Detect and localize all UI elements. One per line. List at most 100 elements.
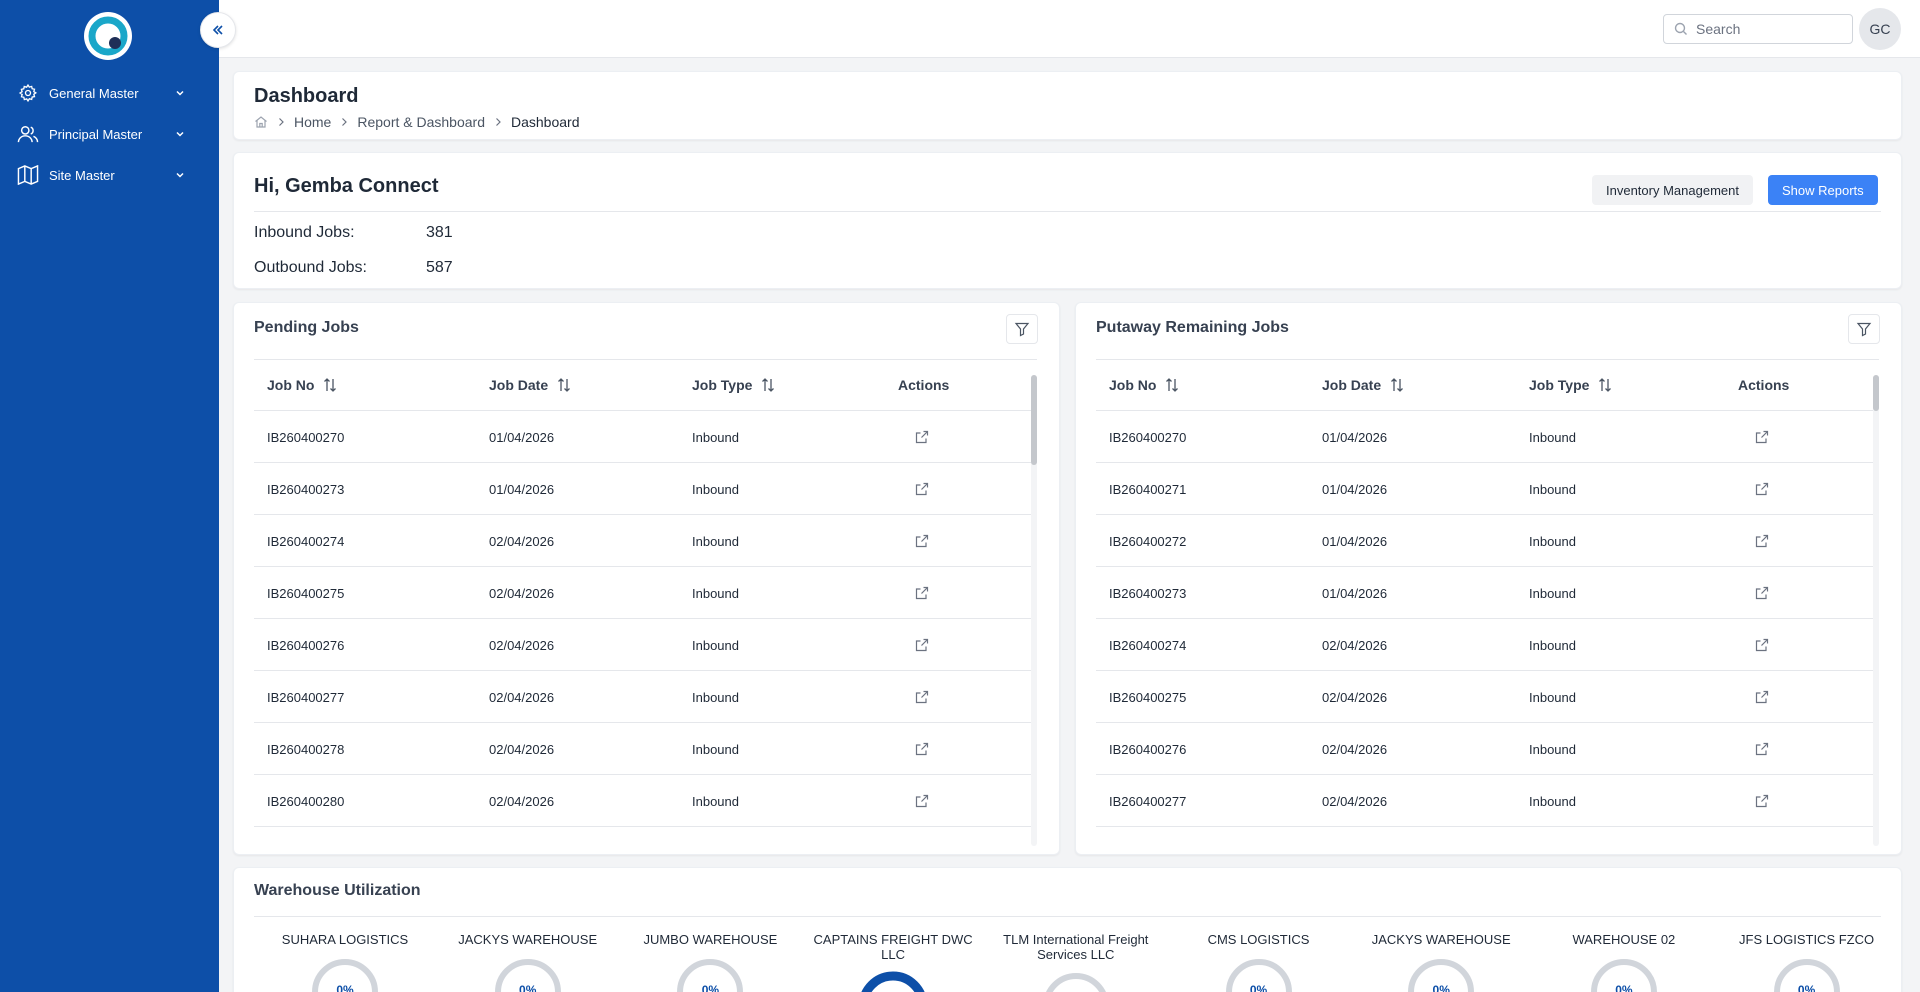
scrollbar[interactable] (1031, 375, 1037, 846)
cell-job-date: 01/04/2026 (1322, 585, 1388, 601)
filter-button[interactable] (1006, 314, 1038, 344)
cell-job-date: 02/04/2026 (1322, 637, 1388, 653)
filter-icon (1856, 321, 1872, 337)
collapse-sidebar-button[interactable] (200, 12, 236, 48)
open-external-icon[interactable] (914, 567, 930, 619)
cell-job-date: 02/04/2026 (489, 793, 555, 809)
search-input[interactable] (1696, 21, 1836, 37)
open-external-icon[interactable] (1754, 775, 1770, 827)
sort-icon[interactable] (760, 377, 776, 393)
column-header-label: Actions (1738, 377, 1790, 393)
page-header-card: Dashboard Home Report & Dashboard Dashbo… (233, 71, 1902, 140)
cell-job-date: 02/04/2026 (489, 689, 555, 705)
utilization-gauge (858, 971, 928, 992)
cell-job-date: 02/04/2026 (1322, 793, 1388, 809)
open-external-icon[interactable] (914, 671, 930, 723)
scrollbar[interactable] (1873, 375, 1879, 846)
sidebar-item-site-master[interactable]: Site Master (0, 157, 219, 193)
cell-job-type: Inbound (692, 637, 739, 653)
column-header-actions: Actions (898, 360, 949, 410)
utilization-value: 0% (1249, 983, 1268, 992)
chevron-down-icon (175, 87, 187, 99)
table-row: IB260400273 01/04/2026 Inbound (1096, 567, 1873, 619)
home-icon[interactable] (254, 115, 268, 129)
breadcrumb-current: Dashboard (511, 114, 580, 130)
warehouse-name: CMS LOGISTICS (1207, 932, 1310, 947)
open-external-icon[interactable] (1754, 411, 1770, 463)
cell-job-date: 01/04/2026 (489, 481, 555, 497)
inventory-management-button[interactable]: Inventory Management (1592, 175, 1753, 205)
breadcrumb-home[interactable]: Home (294, 114, 331, 130)
cell-job-type: Inbound (1529, 637, 1576, 653)
show-reports-button[interactable]: Show Reports (1768, 175, 1878, 205)
breadcrumb-report-dashboard[interactable]: Report & Dashboard (357, 114, 485, 130)
table-row: IB260400280 02/04/2026 Inbound (254, 775, 1031, 827)
gear-icon (17, 82, 39, 104)
cell-job-date: 02/04/2026 (489, 533, 555, 549)
warehouse-name: WAREHOUSE 02 (1572, 932, 1676, 947)
cell-job-no: IB260400270 (267, 429, 345, 445)
cell-job-type: Inbound (1529, 741, 1576, 757)
cell-job-no: IB260400271 (1109, 481, 1187, 497)
cell-job-date: 02/04/2026 (489, 637, 555, 653)
cell-job-type: Inbound (692, 481, 739, 497)
sort-icon[interactable] (1389, 377, 1405, 393)
open-external-icon[interactable] (1754, 723, 1770, 775)
breadcrumb: Home Report & Dashboard Dashboard (254, 114, 580, 130)
open-external-icon[interactable] (914, 463, 930, 515)
cell-job-no: IB260400277 (267, 689, 345, 705)
cell-job-date: 01/04/2026 (1322, 429, 1388, 445)
filter-button[interactable] (1848, 314, 1880, 344)
warehouse-name: JFS LOGISTICS FZCO (1739, 932, 1875, 947)
chevron-right-icon (340, 117, 348, 127)
table-row: IB260400275 02/04/2026 Inbound (254, 567, 1031, 619)
sort-icon[interactable] (1597, 377, 1613, 393)
sort-icon[interactable] (556, 377, 572, 393)
utilization-gauge (1041, 971, 1111, 992)
map-icon (17, 164, 39, 186)
table-header: Job No Job Date Job Type Actions (1096, 359, 1879, 411)
putaway-jobs-card: Putaway Remaining Jobs Job No Job Date J… (1075, 302, 1902, 855)
cell-job-date: 02/04/2026 (489, 741, 555, 757)
open-external-icon[interactable] (1754, 619, 1770, 671)
double-chevron-left-icon (211, 24, 225, 36)
scrollbar-thumb[interactable] (1031, 375, 1037, 465)
open-external-icon[interactable] (914, 723, 930, 775)
sidebar-item-principal-master[interactable]: Principal Master (0, 116, 219, 152)
search-box[interactable] (1663, 14, 1853, 44)
warehouse-utilization-title: Warehouse Utilization (254, 882, 421, 899)
table-row: IB260400277 02/04/2026 Inbound (1096, 775, 1873, 827)
table-row: IB260400274 02/04/2026 Inbound (1096, 619, 1873, 671)
sidebar-item-general-master[interactable]: General Master (0, 75, 219, 111)
warehouse-name: JACKYS WAREHOUSE (1371, 932, 1511, 947)
open-external-icon[interactable] (1754, 515, 1770, 567)
cell-job-date: 02/04/2026 (1322, 689, 1388, 705)
open-external-icon[interactable] (914, 619, 930, 671)
cell-job-no: IB260400277 (1109, 793, 1187, 809)
cell-job-type: Inbound (692, 689, 739, 705)
open-external-icon[interactable] (1754, 463, 1770, 515)
cell-job-no: IB260400275 (267, 585, 345, 601)
open-external-icon[interactable] (914, 411, 930, 463)
cell-job-type: Inbound (692, 429, 739, 445)
scrollbar-thumb[interactable] (1873, 375, 1879, 411)
avatar[interactable]: GC (1859, 8, 1901, 50)
cell-job-no: IB260400276 (1109, 741, 1187, 757)
table-row: IB260400274 02/04/2026 Inbound (254, 515, 1031, 567)
open-external-icon[interactable] (914, 775, 930, 827)
sort-icon[interactable] (322, 377, 338, 393)
cell-job-type: Inbound (1529, 585, 1576, 601)
warehouse-name: JUMBO WAREHOUSE (643, 932, 778, 947)
column-header-actions: Actions (1738, 360, 1789, 410)
sort-icon[interactable] (1164, 377, 1180, 393)
cell-job-date: 01/04/2026 (489, 429, 555, 445)
table-row: IB260400272 01/04/2026 Inbound (1096, 515, 1873, 567)
open-external-icon[interactable] (1754, 671, 1770, 723)
greeting: Hi, Gemba Connect (254, 175, 439, 197)
app-logo[interactable] (84, 12, 132, 60)
column-header-label: Job Date (489, 377, 549, 393)
open-external-icon[interactable] (1754, 567, 1770, 619)
cell-job-date: 02/04/2026 (1322, 741, 1388, 757)
open-external-icon[interactable] (914, 515, 930, 567)
column-header-label: Job Type (1529, 377, 1590, 393)
